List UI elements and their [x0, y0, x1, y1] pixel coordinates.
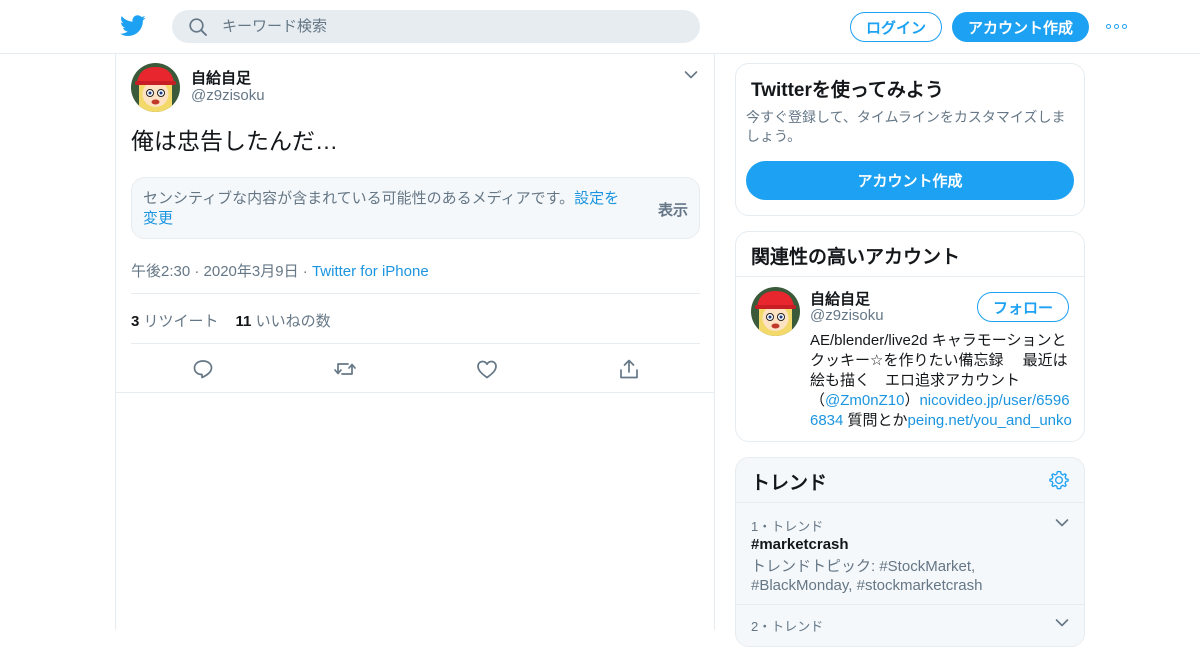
- avatar[interactable]: [751, 287, 800, 336]
- tweet-column: 自給自足 @z9zisoku 俺は忠告したんだ… センシティブな内容が含まれてい…: [115, 54, 715, 630]
- trend-item[interactable]: 2・トレンド: [736, 605, 1084, 645]
- heart-icon[interactable]: [475, 357, 499, 381]
- trends-header: トレンド: [736, 458, 1084, 503]
- author-name[interactable]: 自給自足: [191, 67, 251, 88]
- signup-card-description: 今すぐ登録して、タイムラインをカスタマイズしましょう。: [746, 109, 1066, 144]
- create-account-button[interactable]: アカウント作成: [746, 161, 1074, 200]
- divider: [736, 276, 1084, 277]
- retweet-icon[interactable]: [333, 357, 357, 381]
- share-icon[interactable]: [617, 357, 641, 381]
- gear-icon[interactable]: [1049, 470, 1069, 490]
- trend-item[interactable]: 1・トレンド #marketcrash トレンドトピック: #StockMark…: [736, 504, 1084, 604]
- reply-icon[interactable]: [191, 357, 215, 381]
- divider: [116, 392, 714, 393]
- sensitive-notice-text: センシティブな内容が含まれている可能性のあるメディアです。設定を変更: [143, 190, 620, 227]
- divider: [131, 293, 700, 294]
- login-button[interactable]: ログイン: [850, 12, 942, 42]
- relevant-accounts-title: 関連性の高いアカウント: [751, 247, 961, 268]
- tweet-timestamp[interactable]: 午後2:30 · 2020年3月9日: [131, 263, 299, 280]
- bio-link-peing[interactable]: peing.net/you_and_unko: [908, 412, 1072, 429]
- trends-card: トレンド 1・トレンド #marketcrash トレンドトピック: #Stoc…: [735, 457, 1085, 647]
- like-count-stat[interactable]: 11 いいねの数: [236, 313, 331, 330]
- show-media-button[interactable]: 表示: [658, 199, 688, 220]
- trend-rank: 1・トレンド: [751, 519, 824, 534]
- chevron-down-icon[interactable]: [1055, 518, 1069, 528]
- trend-hashtag[interactable]: #marketcrash: [751, 536, 849, 553]
- account-name[interactable]: 自給自足: [810, 288, 870, 309]
- trend-rank: 2・トレンド: [751, 619, 824, 634]
- search-box: [172, 10, 700, 43]
- account-handle[interactable]: @z9zisoku: [810, 307, 884, 324]
- divider: [131, 343, 700, 344]
- tweet-metadata: 午後2:30 · 2020年3月9日 · Twitter for iPhone: [131, 263, 429, 280]
- account-bio: AE/blender/live2d キャラモーションとクッキー☆を作りたい備忘録…: [810, 332, 1072, 429]
- follow-button[interactable]: フォロー: [977, 292, 1069, 322]
- author-handle[interactable]: @z9zisoku: [191, 87, 265, 104]
- bio-mention-link[interactable]: @Zm0nZ10: [825, 392, 904, 409]
- avatar[interactable]: [131, 63, 180, 112]
- search-icon: [189, 18, 207, 36]
- tweet-source-link[interactable]: Twitter for iPhone: [312, 263, 429, 280]
- sensitive-media-notice: センシティブな内容が含まれている可能性のあるメディアです。設定を変更 表示: [131, 177, 700, 239]
- tweet-text: 俺は忠告したんだ…: [131, 128, 338, 154]
- signup-card: Twitterを使ってみよう 今すぐ登録して、タイムラインをカスタマイズしましょ…: [735, 63, 1085, 216]
- signup-button[interactable]: アカウント作成: [952, 12, 1089, 42]
- top-navbar: ログイン アカウント作成: [0, 0, 1200, 54]
- search-input[interactable]: [222, 10, 682, 43]
- chevron-down-icon[interactable]: [1055, 618, 1069, 628]
- chevron-down-icon[interactable]: [684, 70, 698, 80]
- trends-title: トレンド: [751, 473, 828, 494]
- relevant-accounts-card: 関連性の高いアカウント 自給自足 @z9zisoku フォロー AE/blend…: [735, 231, 1085, 442]
- twitter-logo-icon[interactable]: [120, 14, 146, 38]
- more-options-icon[interactable]: [1106, 20, 1132, 32]
- trend-topics: トレンドトピック: #StockMarket, #BlackMonday, #s…: [751, 558, 983, 594]
- retweet-count-stat[interactable]: 3 リツイート: [131, 313, 219, 330]
- signup-card-title: Twitterを使ってみよう: [751, 80, 944, 101]
- tweet-stats: 3 リツイート 11 いいねの数: [131, 310, 331, 331]
